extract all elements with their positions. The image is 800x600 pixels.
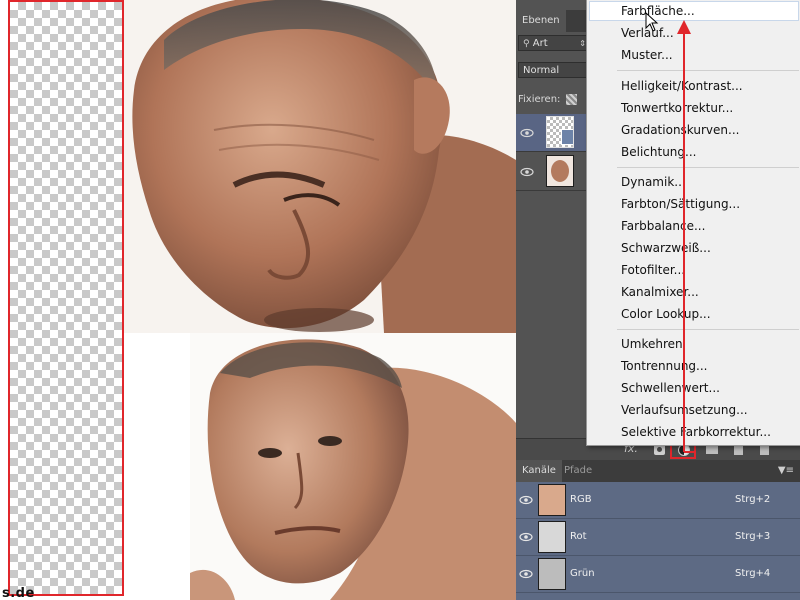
tab-layers[interactable]: Ebenen [516, 10, 566, 32]
menu-item-brightness-contrast[interactable]: Helligkeit/Kontrast... [621, 79, 743, 93]
channel-shortcut: Strg+4 [735, 568, 771, 579]
layer-thumbnail-transparent [546, 116, 574, 148]
blend-mode-select[interactable]: Normal [518, 62, 590, 78]
lock-label: Fixieren: [518, 94, 561, 105]
menu-item-curves[interactable]: Gradationskurven... [621, 123, 739, 137]
eye-icon[interactable] [519, 493, 533, 507]
menu-separator [617, 70, 799, 71]
menu-item-color-balance[interactable]: Farbbalance... [621, 219, 705, 233]
menu-item-posterize[interactable]: Tontrennung... [621, 359, 707, 373]
channel-shortcut: Strg+2 [735, 494, 771, 505]
menu-item-photo-filter[interactable]: Fotofilter... [621, 263, 685, 277]
photo-top-portrait [124, 0, 516, 333]
menu-item-channel-mixer[interactable]: Kanalmixer... [621, 285, 699, 299]
menu-item-selective-color[interactable]: Selektive Farbkorrektur... [621, 425, 771, 439]
menu-separator [617, 329, 799, 330]
menu-separator [617, 167, 799, 168]
menu-item-gradient-map[interactable]: Verlaufsumsetzung... [621, 403, 748, 417]
channel-name: Rot [570, 531, 587, 542]
channel-thumbnail [538, 558, 566, 590]
eye-icon[interactable] [519, 567, 533, 581]
menu-item-pattern[interactable]: Muster... [621, 48, 673, 62]
layer-filter-value: Art [532, 38, 548, 49]
channel-row-partial [516, 593, 800, 600]
mouse-cursor-icon [645, 12, 659, 32]
eye-icon[interactable] [519, 530, 533, 544]
channel-row-green[interactable]: Grün Strg+4 [516, 556, 800, 593]
layer-thumbnail-photo [546, 155, 574, 187]
channel-row-red[interactable]: Rot Strg+3 [516, 519, 800, 556]
eye-icon[interactable] [520, 165, 534, 179]
panel-menu-icon[interactable]: ▼≡ [778, 465, 794, 476]
channel-name: Grün [570, 568, 595, 579]
tab-paths[interactable]: Pfade [558, 460, 598, 482]
photo-bottom-portrait [190, 333, 516, 600]
tab-channels[interactable]: Kanäle [516, 460, 562, 482]
blend-mode-value: Normal [523, 65, 560, 76]
canvas-watermark-text: s.de [2, 586, 35, 600]
menu-item-levels[interactable]: Tonwertkorrektur... [621, 101, 733, 115]
lock-transparent-pixels-icon[interactable] [566, 94, 577, 105]
channel-thumbnail [538, 484, 566, 516]
menu-item-vibrance[interactable]: Dynamik... [621, 175, 686, 189]
channel-row-rgb[interactable]: RGB Strg+2 [516, 482, 800, 519]
new-group-icon[interactable] [706, 445, 718, 454]
menu-item-invert[interactable]: Umkehren [621, 337, 683, 351]
channel-thumbnail [538, 521, 566, 553]
menu-item-hue-saturation[interactable]: Farbton/Sättigung... [621, 197, 740, 211]
menu-item-color-lookup[interactable]: Color Lookup... [621, 307, 711, 321]
layer-filter-select[interactable]: ⚲ Art ⇕ [518, 35, 590, 51]
menu-item-black-white[interactable]: Schwarzweiß... [621, 241, 711, 255]
channel-shortcut: Strg+3 [735, 531, 771, 542]
chevron-updown-icon: ⇕ [579, 39, 586, 48]
document-canvas[interactable]: s.de [0, 0, 516, 600]
channel-name: RGB [570, 494, 592, 505]
menu-item-exposure[interactable]: Belichtung... [621, 145, 696, 159]
transparent-area-highlight [8, 0, 124, 596]
channels-tab-bar: Kanäle Pfade ▼≡ [516, 460, 800, 482]
adjustment-layer-menu: Farbfläche... Verlauf... Muster... Helli… [586, 0, 800, 446]
eye-icon[interactable] [520, 126, 534, 140]
search-icon: ⚲ [523, 39, 530, 49]
smart-object-badge [561, 129, 573, 145]
menu-item-threshold[interactable]: Schwellenwert... [621, 381, 720, 395]
